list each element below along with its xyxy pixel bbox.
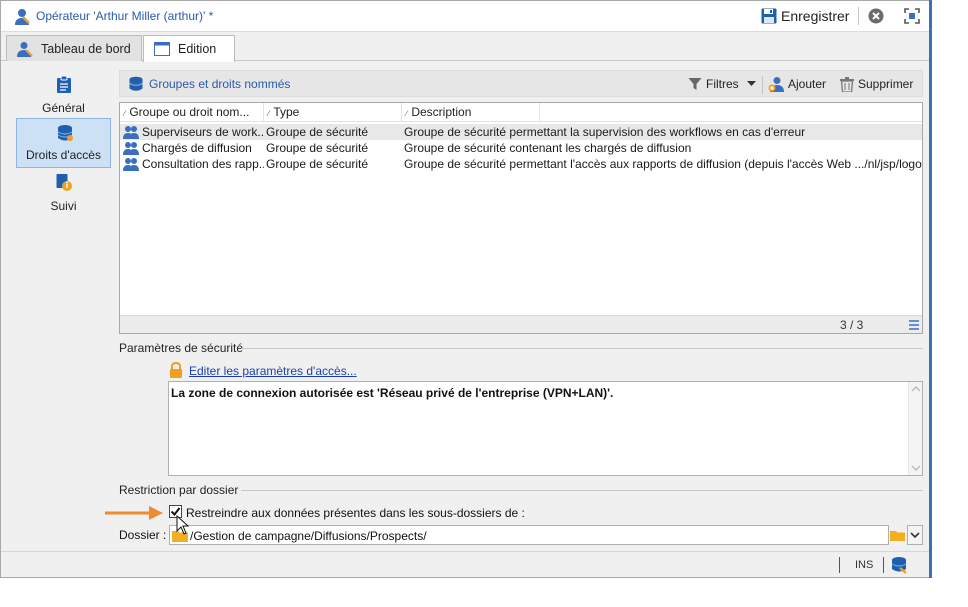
groups-list: ∕ Groupe ou droit nom... ∕ Type ∕ Descripti… xyxy=(119,102,923,334)
toolbar-separator xyxy=(858,7,859,25)
column-header-description[interactable]: ∕ Description xyxy=(402,103,540,122)
folder-value: /Gestion de campagne/Diffusions/Prospect… xyxy=(190,529,427,543)
table-row[interactable]: Consultation des rapp... Groupe de sécur… xyxy=(120,156,922,172)
security-summary-text: La zone de connexion autorisée est 'Rése… xyxy=(168,381,923,476)
user-group-icon xyxy=(123,142,139,155)
sidebar-item-label: Droits d'accès xyxy=(26,148,101,162)
window-edge xyxy=(929,0,932,578)
column-header-name[interactable]: ∕ Groupe ou droit nom... xyxy=(120,103,264,122)
scroll-down-icon xyxy=(911,465,921,471)
folder-dropdown-button[interactable] xyxy=(907,525,923,545)
list-header: ∕ Groupe ou droit nom... ∕ Type ∕ Descripti… xyxy=(120,103,922,122)
list-menu-icon[interactable] xyxy=(908,319,920,331)
user-group-icon xyxy=(123,158,139,171)
chevron-down-icon xyxy=(746,81,756,86)
save-button-label: Enregistrer xyxy=(781,8,850,24)
close-icon[interactable] xyxy=(867,7,885,25)
folder-label: Dossier : xyxy=(119,528,167,542)
insert-mode-indicator: INS xyxy=(855,559,874,571)
status-separator xyxy=(839,557,840,573)
column-header-type[interactable]: ∕ Type xyxy=(264,103,402,122)
folder-input[interactable]: /Gestion de campagne/Diffusions/Prospect… xyxy=(169,525,889,545)
delete-label: Supprimer xyxy=(858,77,914,91)
funnel-icon xyxy=(688,78,702,90)
window-title: Opérateur 'Arthur Miller (arthur)' * xyxy=(36,9,214,23)
sidebar-item-access-rights[interactable]: Droits d'accès xyxy=(16,118,111,168)
database-status-icon xyxy=(891,557,907,574)
tab-dashboard[interactable]: Tableau de bord xyxy=(6,35,142,61)
annotation-arrow-icon xyxy=(105,506,163,520)
security-section-title: Paramètres de sécurité xyxy=(119,341,244,355)
groups-toolbar: Groupes et droits nommés Filtres Ajouter… xyxy=(119,70,923,97)
groups-toolbar-title: Groupes et droits nommés xyxy=(149,77,291,91)
lock-icon xyxy=(170,362,182,378)
chevron-down-icon xyxy=(910,532,920,539)
database-icon xyxy=(57,125,73,141)
scrollbar[interactable] xyxy=(908,382,922,475)
sidebar-item-label: Général xyxy=(42,101,85,115)
tracking-info-icon xyxy=(56,174,72,191)
delete-button[interactable]: Supprimer xyxy=(840,74,913,94)
tab-edition[interactable]: Edition xyxy=(143,35,235,62)
operator-window: Opérateur 'Arthur Miller (arthur)' * Enr… xyxy=(0,0,931,578)
sidebar: Général Droits d'accès Suivi xyxy=(6,62,113,548)
trash-icon xyxy=(840,76,854,92)
sidebar-item-tracking[interactable]: Suivi xyxy=(16,168,111,218)
operator-user-icon xyxy=(15,9,30,25)
tab-dashboard-label: Tableau de bord xyxy=(41,41,131,56)
edit-access-settings-link[interactable]: Editer les paramètres d'accès... xyxy=(189,364,357,378)
clipboard-icon xyxy=(57,75,71,93)
mouse-pointer-icon xyxy=(176,515,190,535)
user-icon xyxy=(17,41,33,57)
main-panel: Groupes et droits nommés Filtres Ajouter… xyxy=(113,62,930,548)
title-bar: Opérateur 'Arthur Miller (arthur)' * Enr… xyxy=(1,1,930,32)
browse-folder-icon[interactable] xyxy=(889,525,906,545)
section-divider xyxy=(241,490,923,491)
filters-label: Filtres xyxy=(706,77,739,91)
sidebar-item-label: Suivi xyxy=(50,199,77,213)
status-bar: INS xyxy=(1,551,930,577)
restrict-folders-label: Restreindre aux données présentes dans l… xyxy=(186,506,525,520)
save-button[interactable]: Enregistrer xyxy=(761,6,849,26)
list-footer: 3 / 3 xyxy=(120,315,922,333)
status-separator xyxy=(883,557,884,573)
record-count: 3 / 3 xyxy=(840,318,864,332)
sidebar-item-general[interactable]: Général xyxy=(16,70,111,120)
restriction-section-title: Restriction par dossier xyxy=(119,483,239,497)
add-user-icon xyxy=(768,77,784,92)
maximize-icon[interactable] xyxy=(903,7,921,25)
floppy-disk-icon xyxy=(761,8,777,24)
tab-strip: Tableau de bord Edition xyxy=(1,32,930,62)
section-divider xyxy=(241,348,923,349)
add-button[interactable]: Ajouter xyxy=(768,74,826,94)
add-label: Ajouter xyxy=(788,77,827,91)
toolbar-separator xyxy=(762,76,763,94)
table-row[interactable]: Superviseurs de work... Groupe de sécuri… xyxy=(120,124,922,140)
tab-edition-label: Edition xyxy=(178,42,217,56)
scroll-up-icon xyxy=(911,386,921,392)
filters-dropdown-button[interactable]: Filtres xyxy=(688,74,756,94)
user-group-icon xyxy=(123,126,139,139)
database-icon xyxy=(129,76,143,91)
table-row[interactable]: Chargés de diffusion Groupe de sécurité … xyxy=(120,140,922,156)
window-form-icon xyxy=(154,42,170,56)
